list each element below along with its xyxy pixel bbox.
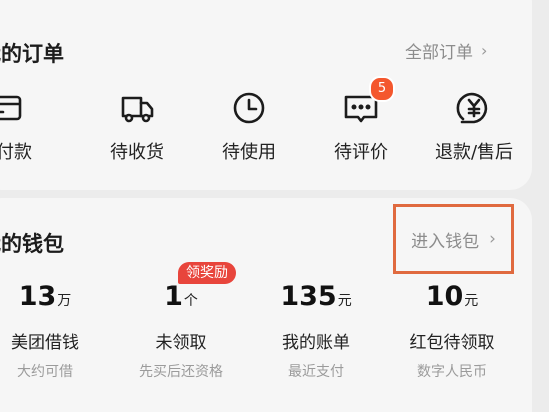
stat-value-row: 13万 — [19, 280, 72, 318]
stat-unit: 元 — [337, 293, 352, 309]
order-item-label: 待评价 — [334, 142, 388, 163]
orders-title: 我的订单 — [0, 42, 64, 66]
yuan-refund-icon — [454, 88, 494, 128]
stat-value: 13 — [18, 281, 57, 312]
stat-bill[interactable]: 135元 我的账单 最近支付 — [251, 280, 381, 381]
clock-icon — [229, 88, 269, 128]
enter-wallet-button[interactable]: 进入钱包 › — [393, 204, 514, 274]
stat-value-row: 1个 — [164, 280, 198, 318]
stat-name: 美团借钱 — [11, 333, 79, 353]
review-count-badge: 5 — [369, 76, 395, 102]
order-pending-review[interactable]: 5 待评价 — [316, 76, 406, 164]
truck-icon — [117, 88, 157, 128]
all-orders-label: 全部订单 — [405, 43, 473, 63]
my-orders-card: 我的订单 全部订单 › 待付款 待收货 — [0, 0, 532, 190]
stat-name: 我的账单 — [282, 333, 350, 353]
chevron-right-icon: › — [489, 229, 496, 249]
stat-name: 未领取 — [155, 333, 207, 353]
stat-borrow[interactable]: 13万 美团借钱 大约可借 — [0, 280, 110, 381]
stat-subtitle: 先买后还资格 — [139, 364, 223, 380]
order-pending-receipt[interactable]: 待收货 — [92, 88, 182, 164]
order-pending-use[interactable]: 待使用 — [204, 88, 294, 164]
stat-subtitle: 大约可借 — [17, 364, 73, 380]
stat-unit: 元 — [464, 293, 479, 309]
all-orders-link[interactable]: 全部订单 › — [405, 38, 487, 63]
my-wallet-card: 我的钱包 进入钱包 › 领奖励 13万 美团借钱 大约可借 1个 未领取 先买后… — [0, 198, 532, 412]
stat-value: 1 — [164, 281, 183, 312]
stat-red-packet[interactable]: 10元 红包待领取 数字人民币 — [387, 280, 517, 381]
order-item-label: 待收货 — [110, 142, 164, 163]
stat-value: 135 — [280, 281, 337, 312]
order-item-label: 退款/售后 — [434, 142, 514, 163]
stat-subtitle: 数字人民币 — [417, 364, 487, 380]
stat-name: 红包待领取 — [409, 333, 495, 353]
stat-unit: 万 — [57, 293, 72, 309]
stat-value: 10 — [425, 281, 464, 312]
card-icon — [0, 88, 25, 128]
order-refund-aftersale[interactable]: 退款/售后 — [429, 88, 519, 164]
wallet-title: 我的钱包 — [0, 232, 64, 256]
stat-value-row: 10元 — [426, 280, 479, 318]
stat-unclaimed[interactable]: 1个 未领取 先买后还资格 — [116, 280, 246, 381]
enter-wallet-label: 进入钱包 — [411, 231, 480, 252]
order-pending-payment[interactable]: 待付款 — [0, 88, 50, 164]
order-item-label: 待付款 — [0, 142, 32, 163]
comment-icon: 5 — [341, 76, 395, 128]
stat-unit: 个 — [183, 293, 198, 309]
order-item-label: 待使用 — [222, 142, 276, 163]
stat-subtitle: 最近支付 — [288, 364, 344, 380]
chevron-right-icon: › — [481, 41, 488, 60]
stat-value-row: 135元 — [280, 280, 351, 318]
